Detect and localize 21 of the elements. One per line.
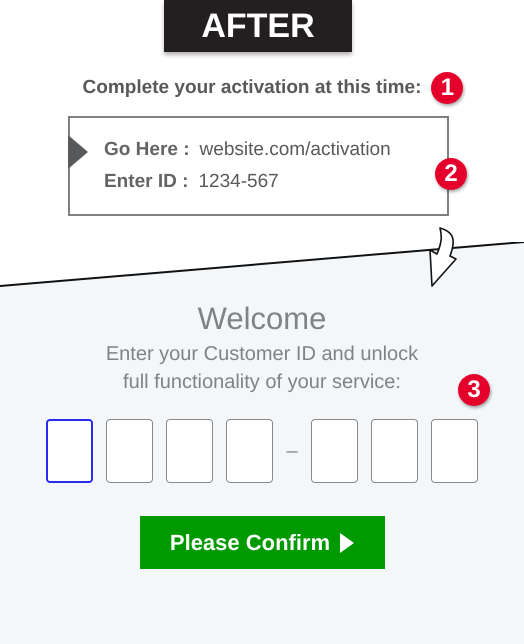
welcome-title: Welcome [198, 301, 326, 337]
dash-separator: – [286, 440, 298, 462]
code-input[interactable] [431, 419, 478, 483]
code-input[interactable] [106, 419, 153, 483]
field-label: Enter ID : [104, 171, 188, 193]
pointer-icon [68, 135, 88, 169]
number-badge: 1 [431, 72, 464, 104]
subtitle-text: Enter your Customer ID and unlock full functionality of your service: [106, 342, 418, 395]
field-label: Go Here : [104, 139, 190, 161]
instruction-text: Complete your activation at this time: [82, 77, 422, 99]
play-icon [340, 532, 354, 552]
after-banner: AFTER [164, 0, 352, 52]
code-input[interactable] [166, 419, 213, 483]
code-input[interactable] [46, 419, 93, 483]
field-value: website.com/activation [200, 139, 391, 161]
field-value: 1234-567 [198, 171, 279, 193]
code-input[interactable] [226, 419, 273, 483]
confirm-button[interactable]: Please Confirm [140, 516, 384, 569]
code-input[interactable] [371, 419, 418, 483]
number-badge: 2 [435, 158, 467, 190]
code-input[interactable] [311, 419, 358, 483]
